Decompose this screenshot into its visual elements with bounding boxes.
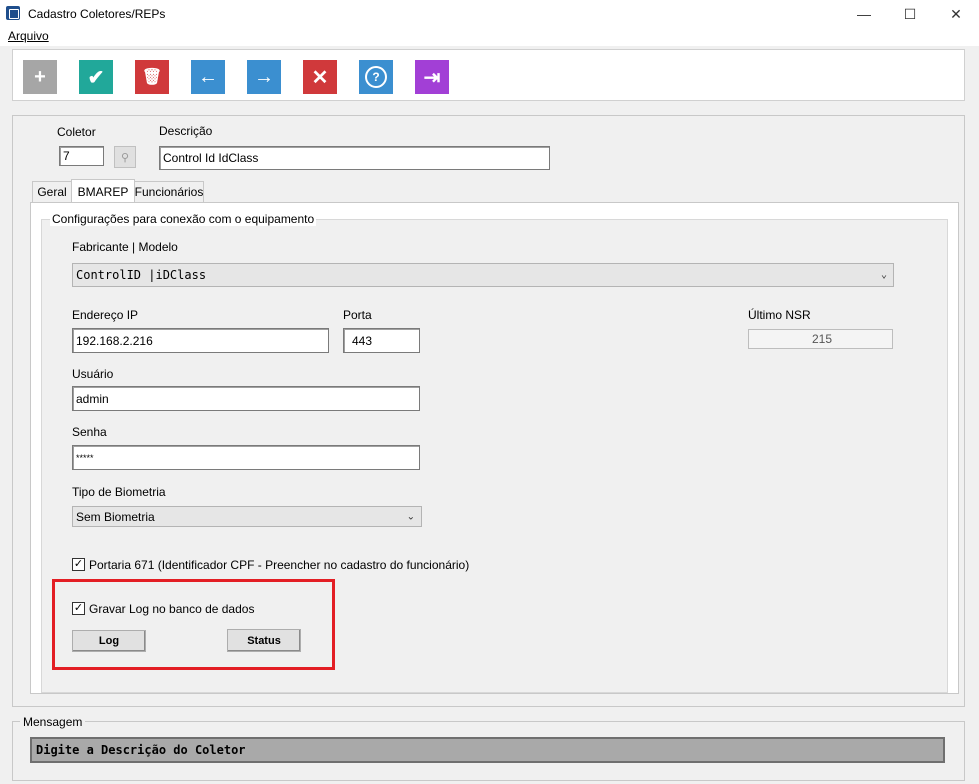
ip-label: Endereço IP	[72, 308, 139, 322]
arrow-right-icon: →	[254, 65, 274, 88]
portaria-checkbox[interactable]: ✓	[72, 558, 85, 571]
fabricante-value: ControlID |iDClass	[76, 268, 207, 282]
fabricante-select[interactable]: ControlID |iDClass ⌄	[72, 263, 894, 287]
descricao-label: Descrição	[159, 124, 213, 138]
next-button[interactable]: →	[247, 60, 281, 94]
chevron-down-icon: ⌄	[880, 269, 887, 281]
highlight-box	[52, 579, 335, 670]
tab-funcionarios[interactable]: Funcionários	[134, 181, 204, 202]
log-button[interactable]: Log	[72, 630, 146, 652]
mensagem-title: Mensagem	[20, 715, 86, 729]
biometria-label: Tipo de Biometria	[72, 485, 166, 499]
add-button[interactable]: +	[23, 60, 57, 94]
delete-button[interactable]: 🗑	[135, 60, 169, 94]
maximize-icon[interactable]: ☐	[887, 0, 933, 28]
nsr-input: 215	[748, 329, 893, 349]
group-title: Configurações para conexão com o equipam…	[50, 212, 317, 226]
nsr-label: Último NSR	[748, 308, 811, 322]
porta-label: Porta	[343, 308, 372, 322]
porta-input[interactable]: 443	[343, 328, 420, 353]
status-button[interactable]: Status	[227, 629, 301, 652]
tab-geral[interactable]: Geral	[32, 181, 72, 202]
fabricante-label: Fabricante | Modelo	[72, 240, 178, 254]
ip-input[interactable]: 192.168.2.216	[72, 328, 329, 353]
mensagem-box: Digite a Descrição do Coletor	[30, 737, 945, 763]
question-icon: ?	[365, 66, 387, 88]
coletor-input[interactable]: 7	[59, 146, 104, 166]
exit-button[interactable]: ⇥	[415, 60, 449, 94]
coletor-label: Coletor	[57, 125, 96, 139]
senha-input[interactable]: *****	[72, 445, 420, 470]
search-icon[interactable]: ⚲	[114, 146, 136, 168]
minimize-icon[interactable]: —	[841, 0, 887, 28]
senha-label: Senha	[72, 425, 107, 439]
biometria-select[interactable]: Sem Biometria ⌄	[72, 506, 422, 527]
help-button[interactable]: ?	[359, 60, 393, 94]
tab-bmarep[interactable]: BMAREP	[71, 179, 135, 204]
cancel-button[interactable]: ✕	[303, 60, 337, 94]
descricao-input[interactable]: Control Id IdClass	[159, 146, 550, 170]
gravar-log-label: Gravar Log no banco de dados	[89, 602, 255, 616]
window-title: Cadastro Coletores/REPs	[28, 7, 166, 21]
plus-icon: +	[34, 65, 46, 88]
save-button[interactable]: ✔	[79, 60, 113, 94]
usuario-label: Usuário	[72, 367, 114, 381]
exit-icon: ⇥	[423, 66, 441, 89]
portaria-label: Portaria 671 (Identificador CPF - Preenc…	[89, 558, 470, 572]
menu-arquivo[interactable]: Arquivo	[8, 29, 49, 43]
x-icon: ✕	[311, 66, 329, 89]
usuario-input[interactable]: admin	[72, 386, 420, 411]
previous-button[interactable]: ←	[191, 60, 225, 94]
menu-bar	[0, 28, 979, 46]
chevron-down-icon: ⌄	[406, 511, 415, 522]
app-icon	[6, 6, 20, 20]
gravar-log-checkbox[interactable]: ✓	[72, 602, 85, 615]
trash-icon: 🗑	[141, 69, 163, 86]
check-icon: ✔	[87, 66, 105, 89]
arrow-left-icon: ←	[198, 65, 218, 88]
biometria-value: Sem Biometria	[76, 509, 155, 524]
close-icon[interactable]: ✕	[933, 0, 979, 28]
